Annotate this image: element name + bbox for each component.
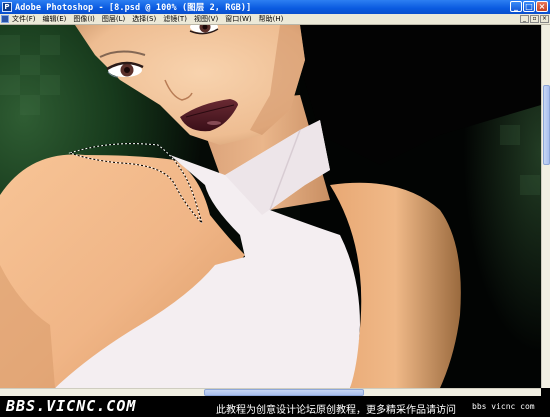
title-bar: P Adobe Photoshop - [8.psd @ 100% (图层 2,… bbox=[0, 0, 550, 14]
menu-image[interactable]: 图像(I) bbox=[73, 14, 95, 24]
photoshop-icon[interactable]: P bbox=[2, 2, 12, 12]
document-controls: _ ▫ × bbox=[520, 15, 549, 23]
horizontal-scrollbar[interactable] bbox=[0, 388, 541, 396]
vertical-scroll-thumb[interactable] bbox=[543, 85, 550, 165]
vertical-scrollbar[interactable] bbox=[541, 25, 550, 388]
doc-restore-icon[interactable]: ▫ bbox=[530, 15, 539, 23]
menu-file[interactable]: 文件(F) bbox=[12, 14, 36, 24]
doc-close-icon[interactable]: × bbox=[540, 15, 549, 23]
window-controls: _ □ × bbox=[510, 1, 548, 12]
menu-select[interactable]: 选择(S) bbox=[132, 14, 156, 24]
watermark-strip: BBS.VICNC.COM 此教程为创意设计论坛原创教程，更多精采作品请访问 b… bbox=[0, 396, 550, 417]
document-icon[interactable] bbox=[1, 15, 9, 23]
doc-minimize-icon[interactable]: _ bbox=[520, 15, 529, 23]
close-icon[interactable]: × bbox=[536, 1, 548, 12]
menu-edit[interactable]: 编辑(E) bbox=[43, 14, 67, 24]
menu-help[interactable]: 帮助(H) bbox=[259, 14, 284, 24]
horizontal-scroll-thumb[interactable] bbox=[204, 389, 364, 396]
menu-layer[interactable]: 图层(L) bbox=[102, 14, 125, 24]
menu-filter[interactable]: 滤镜(T) bbox=[163, 14, 187, 24]
artwork bbox=[0, 25, 541, 388]
maximize-icon[interactable]: □ bbox=[523, 1, 535, 12]
document-canvas[interactable] bbox=[0, 25, 541, 388]
menu-view[interactable]: 视图(V) bbox=[194, 14, 218, 24]
menu-window[interactable]: 窗口(W) bbox=[225, 14, 251, 24]
window-title: Adobe Photoshop - [8.psd @ 100% (图层 2, R… bbox=[15, 3, 252, 13]
menu-bar: 文件(F) 编辑(E) 图像(I) 图层(L) 选择(S) 滤镜(T) 视图(V… bbox=[0, 14, 550, 25]
site-logo: BBS.VICNC.COM bbox=[6, 397, 137, 415]
site-url: bbs vicnc com bbox=[472, 402, 535, 411]
tutorial-note: 此教程为创意设计论坛原创教程，更多精采作品请访问 bbox=[216, 405, 456, 416]
minimize-icon[interactable]: _ bbox=[510, 1, 522, 12]
